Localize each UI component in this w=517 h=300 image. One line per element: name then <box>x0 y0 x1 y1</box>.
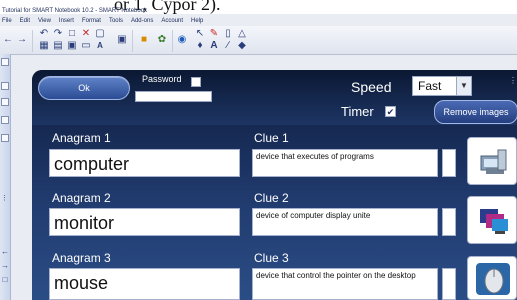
sidebar-right-arrow-icon[interactable]: → <box>1 262 9 270</box>
redo-icon[interactable]: ↷ <box>52 28 64 40</box>
remove-images-button[interactable]: Remove images <box>434 100 517 124</box>
menu-file[interactable]: File <box>2 16 12 26</box>
menu-account[interactable]: Account <box>161 16 183 26</box>
anagram-value-1: computer <box>54 154 130 174</box>
forward-arrow-icon[interactable]: → <box>16 34 28 46</box>
password-input[interactable] <box>135 91 212 102</box>
menubar: File Edit View Insert Format Tools Add-o… <box>0 16 517 26</box>
dropdown-arrow-icon[interactable]: ▼ <box>456 77 471 95</box>
window-title: Tutorial for SMART Notebook 10.2 - SMART… <box>2 8 148 14</box>
properties-tab-icon[interactable] <box>1 116 9 124</box>
screen-icon[interactable]: ▢ <box>94 28 106 40</box>
monitor-image-icon[interactable] <box>467 196 517 244</box>
password-label: Password <box>142 74 182 84</box>
gallery-tab-icon[interactable] <box>1 82 9 90</box>
clue-value-1: device that executes of programs <box>256 152 374 161</box>
folder-icon[interactable]: ■ <box>138 34 150 46</box>
menu-tools[interactable]: Tools <box>109 16 123 26</box>
clue-value-3: device that control the pointer on the d… <box>256 271 416 280</box>
speed-value: Fast <box>418 79 442 93</box>
undo-icon[interactable]: ↶ <box>38 28 50 40</box>
clue-label-2: Clue 2 <box>254 191 289 205</box>
speed-select[interactable]: Fast ▼ <box>412 76 472 96</box>
gallery-icon[interactable]: ✿ <box>156 34 168 46</box>
page-sorter-icon[interactable] <box>1 58 9 66</box>
pen-icon[interactable]: ✎ <box>208 28 220 40</box>
back-arrow-icon[interactable]: ← <box>2 34 14 46</box>
delete-icon[interactable]: ✕ <box>80 28 92 40</box>
row-2-option-box[interactable] <box>442 208 456 236</box>
anagram-input-3[interactable]: mouse <box>49 268 240 300</box>
shape-icon[interactable]: △ <box>236 28 248 40</box>
sidebar-left-arrow-icon[interactable]: ← <box>1 248 9 256</box>
document-icon[interactable]: ▭ <box>80 40 92 52</box>
camera-icon[interactable]: ▣ <box>66 40 78 52</box>
eraser-icon[interactable]: ▯ <box>222 28 234 40</box>
clue-label-3: Clue 3 <box>254 251 289 265</box>
fill-icon[interactable]: ◆ <box>236 40 248 52</box>
attachments-tab-icon[interactable] <box>1 98 9 106</box>
magic-pen-icon[interactable]: ♦ <box>194 40 206 52</box>
timer-label: Timer <box>341 104 374 119</box>
anagram-label-2: Anagram 2 <box>52 191 111 205</box>
clue-input-1[interactable]: device that executes of programs <box>252 149 438 177</box>
display-icon[interactable]: ▣ <box>116 34 128 46</box>
select-pointer-icon[interactable]: ↖ <box>194 28 206 40</box>
clue-value-2: device of computer display unite <box>256 211 371 220</box>
anagram-value-2: monitor <box>54 213 115 233</box>
sidebar-bottom-icon[interactable]: □ <box>1 276 9 284</box>
text-icon[interactable]: A <box>94 40 106 52</box>
password-checkbox[interactable] <box>191 77 201 87</box>
menu-format[interactable]: Format <box>82 16 101 26</box>
table-icon[interactable]: ▦ <box>38 40 50 52</box>
line-icon[interactable]: ∕ <box>222 40 234 52</box>
anagram-label-1: Anagram 1 <box>52 131 111 145</box>
ok-button[interactable]: Ok <box>38 76 130 100</box>
clue-input-2[interactable]: device of computer display unite <box>252 208 438 236</box>
smart-icon[interactable]: ◉ <box>176 34 188 46</box>
anagram-input-2[interactable]: monitor <box>49 208 240 236</box>
computer-image-icon[interactable] <box>467 137 517 185</box>
speed-label: Speed <box>351 79 392 95</box>
text-tool-icon[interactable]: A <box>208 40 220 52</box>
menu-view[interactable]: View <box>38 16 51 26</box>
resize-handle-icon[interactable]: ⋮ <box>1 194 8 202</box>
menu-help[interactable]: Help <box>191 16 203 26</box>
clue-label-1: Clue 1 <box>254 131 289 145</box>
clue-input-3[interactable]: device that control the pointer on the d… <box>252 268 438 300</box>
row-3-option-box[interactable] <box>442 268 456 300</box>
menu-addons[interactable]: Add-ons <box>131 16 153 26</box>
anagram-input-1[interactable]: computer <box>49 149 240 177</box>
mouse-image-icon[interactable] <box>467 256 517 300</box>
addons-tab-icon[interactable] <box>1 134 9 142</box>
row-1-option-box[interactable] <box>442 149 456 177</box>
main-toolbar: ← → ↶ ↷ □ ✕ ▢ ▦ ▤ ▣ ▭ A ▣ ■ ✿ ◉ ↖ ✎ ▯ △ … <box>0 26 517 55</box>
anagram-value-3: mouse <box>54 273 109 293</box>
side-toolbar: ⋮ ← → □ <box>0 54 11 300</box>
menu-insert[interactable]: Insert <box>59 16 74 26</box>
text-format-icon[interactable]: ▤ <box>52 40 64 52</box>
menu-edit[interactable]: Edit <box>20 16 30 26</box>
anagram-label-3: Anagram 3 <box>52 251 111 265</box>
paste-icon[interactable]: □ <box>66 28 78 40</box>
timer-checkbox[interactable]: ✔ <box>385 106 396 117</box>
panel-grip-icon: ⋮ <box>509 76 517 85</box>
